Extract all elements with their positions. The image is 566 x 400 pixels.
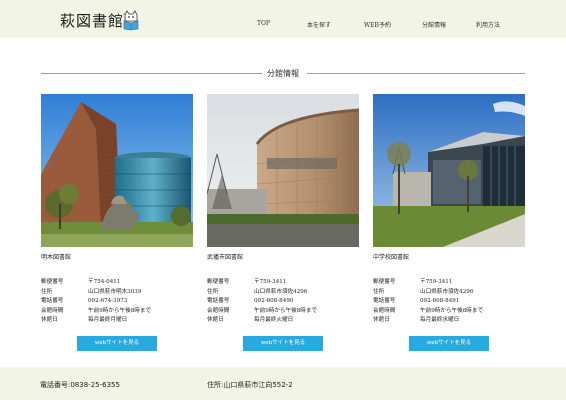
branch-info-junior-high: 郵便番号 〒759-3411 住所 山口県萩市須佐4296 電話番号 092-608-… <box>373 278 523 326</box>
info-value: 〒754-0411 <box>88 279 121 285</box>
info-value: 毎月最終火曜日 <box>254 317 294 324</box>
branch-info-susa: 郵便番号 〒759-3411 住所 山口県萩市須佐4296 電話番号 092-608-… <box>207 278 357 326</box>
nav-how-to-use[interactable]: 利用方法 <box>476 20 500 29</box>
info-row: 郵便番号 〒759-3411 <box>207 278 357 288</box>
info-value: 〒759-3411 <box>254 279 287 285</box>
info-value: 毎月最終月曜日 <box>88 317 128 324</box>
view-website-button-junior-high[interactable]: webサイトを見る <box>409 336 489 351</box>
branch-name-susa: 武播市図書館 <box>207 254 244 261</box>
info-row: 休館日 毎月最終月曜日 <box>41 316 191 326</box>
info-value: 山口県萩市須佐4296 <box>420 288 474 295</box>
branch-name-akiragi: 明木図書館 <box>41 254 72 261</box>
info-value: 午前9時から午後8時まで <box>420 307 484 314</box>
info-label: 電話番号 <box>373 298 396 305</box>
branch-name-junior-high: 中学校図書館 <box>373 254 410 261</box>
info-row: 住所 山口県萩市須佐4296 <box>373 288 523 298</box>
branch-photo-susa <box>207 94 359 247</box>
info-row: 会館時間 午前9時から午後8時まで <box>41 307 191 317</box>
branch-photo-akiragi <box>41 94 193 247</box>
info-label: 電話番号 <box>41 298 64 305</box>
site-header: 萩図書館 TOP 本を探す WEB予約 分館情報 利用方法 <box>0 0 566 38</box>
nav-branch-info[interactable]: 分館情報 <box>422 20 446 29</box>
info-label: 住所 <box>207 288 219 295</box>
branch-info-akiragi: 郵便番号 〒754-0411 住所 山口県萩市明木3039 電話番号 092-674-… <box>41 278 191 326</box>
info-label: 会館時間 <box>373 307 396 314</box>
info-value: 092-608-8491 <box>420 298 460 305</box>
site-logo-text[interactable]: 萩図書館 <box>60 10 124 31</box>
footer-phone: 電話番号:0838-25-6355 <box>40 381 120 389</box>
info-label: 休館日 <box>373 317 390 324</box>
nav-top[interactable]: TOP <box>257 20 270 27</box>
info-label: 会館時間 <box>207 307 230 314</box>
nav-search-books[interactable]: 本を探す <box>307 20 331 29</box>
divider-right <box>307 73 525 74</box>
info-row: 郵便番号 〒754-0411 <box>41 278 191 288</box>
site-footer: 電話番号:0838-25-6355 住所:山口県萩市江向552-2 <box>0 367 566 400</box>
footer-address: 住所:山口県萩市江向552-2 <box>207 381 293 389</box>
info-value: 山口県萩市明木3039 <box>88 288 142 295</box>
info-row: 休館日 毎月最終水曜日 <box>373 316 523 326</box>
info-label: 郵便番号 <box>41 279 64 285</box>
info-value: 092-608-8490 <box>254 298 294 305</box>
info-value: 山口県萩市須佐4296 <box>254 288 308 295</box>
info-label: 会館時間 <box>41 307 64 314</box>
info-row: 電話番号 092-608-8491 <box>373 297 523 307</box>
info-label: 郵便番号 <box>207 279 230 285</box>
info-row: 住所 山口県萩市明木3039 <box>41 288 191 298</box>
branch-photo-junior-high <box>373 94 525 247</box>
info-label: 休館日 <box>41 317 58 324</box>
cat-reading-book-icon <box>122 10 139 31</box>
info-row: 会館時間 午前9時から午後8時まで <box>373 307 523 317</box>
info-row: 電話番号 092-674-3973 <box>41 297 191 307</box>
info-label: 郵便番号 <box>373 279 396 285</box>
view-website-button-susa[interactable]: webサイトを見る <box>243 336 323 351</box>
info-value: 午前9時から午後8時まで <box>254 307 318 314</box>
info-row: 電話番号 092-608-8490 <box>207 297 357 307</box>
view-website-button-akiragi[interactable]: webサイトを見る <box>77 336 157 351</box>
info-label: 休館日 <box>207 317 224 324</box>
info-row: 住所 山口県萩市須佐4296 <box>207 288 357 298</box>
info-row: 郵便番号 〒759-3411 <box>373 278 523 288</box>
nav-web-reservation[interactable]: WEB予約 <box>364 20 391 29</box>
info-row: 会館時間 午前9時から午後8時まで <box>207 307 357 317</box>
info-label: 住所 <box>373 288 385 295</box>
info-row: 休館日 毎月最終火曜日 <box>207 316 357 326</box>
info-value: 092-674-3973 <box>88 298 128 305</box>
info-label: 住所 <box>41 288 53 295</box>
info-value: 〒759-3411 <box>420 279 453 285</box>
info-value: 午前9時から午後8時まで <box>88 307 152 314</box>
info-value: 毎月最終水曜日 <box>420 317 460 324</box>
info-label: 電話番号 <box>207 298 230 305</box>
